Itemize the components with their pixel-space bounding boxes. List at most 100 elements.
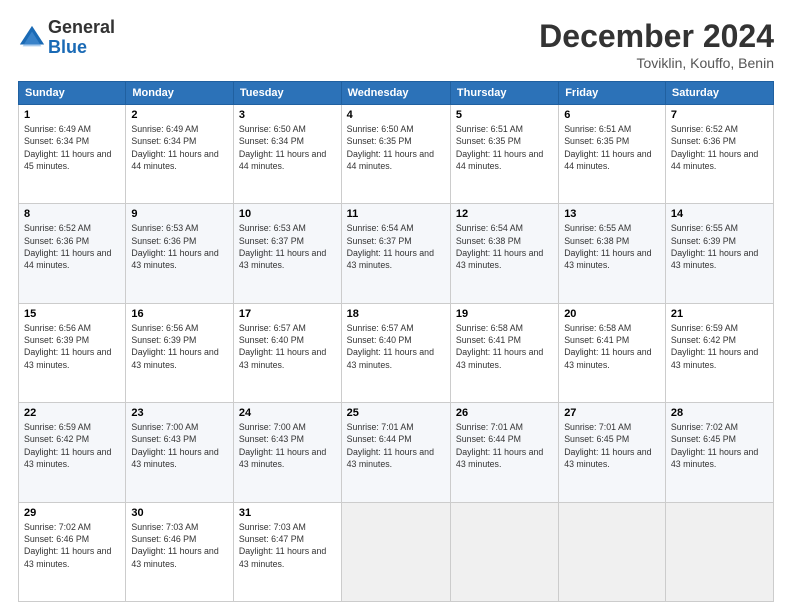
day-info: Sunrise: 6:52 AM Sunset: 6:36 PM Dayligh… (24, 222, 120, 271)
table-row: 25 Sunrise: 7:01 AM Sunset: 6:44 PM Dayl… (341, 403, 450, 502)
day-info: Sunrise: 7:03 AM Sunset: 6:46 PM Dayligh… (131, 521, 228, 570)
table-row: 12 Sunrise: 6:54 AM Sunset: 6:38 PM Dayl… (450, 204, 558, 303)
day-number: 21 (671, 308, 768, 320)
day-number: 15 (24, 308, 120, 320)
calendar-table: Sunday Monday Tuesday Wednesday Thursday… (18, 81, 774, 602)
logo-general: General (48, 18, 115, 38)
table-row: 22 Sunrise: 6:59 AM Sunset: 6:42 PM Dayl… (19, 403, 126, 502)
table-row (665, 502, 773, 601)
day-number: 19 (456, 308, 553, 320)
day-info: Sunrise: 6:49 AM Sunset: 6:34 PM Dayligh… (131, 123, 228, 172)
day-number: 4 (347, 109, 445, 121)
table-row (450, 502, 558, 601)
table-row: 18 Sunrise: 6:57 AM Sunset: 6:40 PM Dayl… (341, 303, 450, 402)
header-tuesday: Tuesday (233, 82, 341, 105)
day-number: 8 (24, 208, 120, 220)
table-row: 19 Sunrise: 6:58 AM Sunset: 6:41 PM Dayl… (450, 303, 558, 402)
day-number: 20 (564, 308, 660, 320)
day-number: 27 (564, 407, 660, 419)
day-info: Sunrise: 6:52 AM Sunset: 6:36 PM Dayligh… (671, 123, 768, 172)
day-number: 30 (131, 507, 228, 519)
table-row: 1 Sunrise: 6:49 AM Sunset: 6:34 PM Dayli… (19, 105, 126, 204)
day-info: Sunrise: 6:53 AM Sunset: 6:36 PM Dayligh… (131, 222, 228, 271)
day-info: Sunrise: 7:02 AM Sunset: 6:45 PM Dayligh… (671, 421, 768, 470)
day-number: 26 (456, 407, 553, 419)
header-thursday: Thursday (450, 82, 558, 105)
day-number: 28 (671, 407, 768, 419)
header-monday: Monday (126, 82, 234, 105)
day-info: Sunrise: 6:51 AM Sunset: 6:35 PM Dayligh… (456, 123, 553, 172)
day-number: 12 (456, 208, 553, 220)
day-number: 25 (347, 407, 445, 419)
logo-text: General Blue (48, 18, 115, 58)
day-number: 11 (347, 208, 445, 220)
day-info: Sunrise: 6:55 AM Sunset: 6:39 PM Dayligh… (671, 222, 768, 271)
logo-blue: Blue (48, 38, 115, 58)
logo-icon (18, 24, 46, 52)
logo: General Blue (18, 18, 115, 58)
table-row: 11 Sunrise: 6:54 AM Sunset: 6:37 PM Dayl… (341, 204, 450, 303)
title-block: December 2024 Toviklin, Kouffo, Benin (539, 18, 774, 71)
header-friday: Friday (559, 82, 666, 105)
day-number: 18 (347, 308, 445, 320)
calendar-row: 1 Sunrise: 6:49 AM Sunset: 6:34 PM Dayli… (19, 105, 774, 204)
day-info: Sunrise: 7:00 AM Sunset: 6:43 PM Dayligh… (239, 421, 336, 470)
day-info: Sunrise: 6:56 AM Sunset: 6:39 PM Dayligh… (24, 322, 120, 371)
day-number: 13 (564, 208, 660, 220)
table-row: 9 Sunrise: 6:53 AM Sunset: 6:36 PM Dayli… (126, 204, 234, 303)
table-row: 28 Sunrise: 7:02 AM Sunset: 6:45 PM Dayl… (665, 403, 773, 502)
day-info: Sunrise: 6:57 AM Sunset: 6:40 PM Dayligh… (239, 322, 336, 371)
table-row (341, 502, 450, 601)
day-info: Sunrise: 7:00 AM Sunset: 6:43 PM Dayligh… (131, 421, 228, 470)
day-info: Sunrise: 6:53 AM Sunset: 6:37 PM Dayligh… (239, 222, 336, 271)
table-row: 31 Sunrise: 7:03 AM Sunset: 6:47 PM Dayl… (233, 502, 341, 601)
day-info: Sunrise: 6:55 AM Sunset: 6:38 PM Dayligh… (564, 222, 660, 271)
day-number: 7 (671, 109, 768, 121)
table-row: 14 Sunrise: 6:55 AM Sunset: 6:39 PM Dayl… (665, 204, 773, 303)
day-info: Sunrise: 6:57 AM Sunset: 6:40 PM Dayligh… (347, 322, 445, 371)
table-row: 21 Sunrise: 6:59 AM Sunset: 6:42 PM Dayl… (665, 303, 773, 402)
day-number: 1 (24, 109, 120, 121)
header-sunday: Sunday (19, 82, 126, 105)
day-number: 10 (239, 208, 336, 220)
calendar-row: 15 Sunrise: 6:56 AM Sunset: 6:39 PM Dayl… (19, 303, 774, 402)
day-number: 9 (131, 208, 228, 220)
day-info: Sunrise: 6:50 AM Sunset: 6:35 PM Dayligh… (347, 123, 445, 172)
day-number: 24 (239, 407, 336, 419)
table-row: 16 Sunrise: 6:56 AM Sunset: 6:39 PM Dayl… (126, 303, 234, 402)
calendar-row: 22 Sunrise: 6:59 AM Sunset: 6:42 PM Dayl… (19, 403, 774, 502)
table-row: 13 Sunrise: 6:55 AM Sunset: 6:38 PM Dayl… (559, 204, 666, 303)
day-number: 22 (24, 407, 120, 419)
header-wednesday: Wednesday (341, 82, 450, 105)
table-row: 17 Sunrise: 6:57 AM Sunset: 6:40 PM Dayl… (233, 303, 341, 402)
table-row: 23 Sunrise: 7:00 AM Sunset: 6:43 PM Dayl… (126, 403, 234, 502)
table-row: 5 Sunrise: 6:51 AM Sunset: 6:35 PM Dayli… (450, 105, 558, 204)
location-title: Toviklin, Kouffo, Benin (539, 55, 774, 71)
month-title: December 2024 (539, 18, 774, 55)
table-row: 15 Sunrise: 6:56 AM Sunset: 6:39 PM Dayl… (19, 303, 126, 402)
day-info: Sunrise: 7:02 AM Sunset: 6:46 PM Dayligh… (24, 521, 120, 570)
table-row: 10 Sunrise: 6:53 AM Sunset: 6:37 PM Dayl… (233, 204, 341, 303)
table-row (559, 502, 666, 601)
table-row: 20 Sunrise: 6:58 AM Sunset: 6:41 PM Dayl… (559, 303, 666, 402)
table-row: 7 Sunrise: 6:52 AM Sunset: 6:36 PM Dayli… (665, 105, 773, 204)
table-row: 26 Sunrise: 7:01 AM Sunset: 6:44 PM Dayl… (450, 403, 558, 502)
day-number: 31 (239, 507, 336, 519)
day-number: 23 (131, 407, 228, 419)
table-row: 29 Sunrise: 7:02 AM Sunset: 6:46 PM Dayl… (19, 502, 126, 601)
day-info: Sunrise: 6:58 AM Sunset: 6:41 PM Dayligh… (456, 322, 553, 371)
day-info: Sunrise: 7:01 AM Sunset: 6:44 PM Dayligh… (456, 421, 553, 470)
day-info: Sunrise: 6:59 AM Sunset: 6:42 PM Dayligh… (671, 322, 768, 371)
table-row: 27 Sunrise: 7:01 AM Sunset: 6:45 PM Dayl… (559, 403, 666, 502)
day-number: 5 (456, 109, 553, 121)
day-number: 3 (239, 109, 336, 121)
day-info: Sunrise: 6:49 AM Sunset: 6:34 PM Dayligh… (24, 123, 120, 172)
page: General Blue December 2024 Toviklin, Kou… (0, 0, 792, 612)
table-row: 3 Sunrise: 6:50 AM Sunset: 6:34 PM Dayli… (233, 105, 341, 204)
table-row: 30 Sunrise: 7:03 AM Sunset: 6:46 PM Dayl… (126, 502, 234, 601)
table-row: 24 Sunrise: 7:00 AM Sunset: 6:43 PM Dayl… (233, 403, 341, 502)
table-row: 4 Sunrise: 6:50 AM Sunset: 6:35 PM Dayli… (341, 105, 450, 204)
day-info: Sunrise: 7:01 AM Sunset: 6:45 PM Dayligh… (564, 421, 660, 470)
day-info: Sunrise: 7:03 AM Sunset: 6:47 PM Dayligh… (239, 521, 336, 570)
day-number: 17 (239, 308, 336, 320)
